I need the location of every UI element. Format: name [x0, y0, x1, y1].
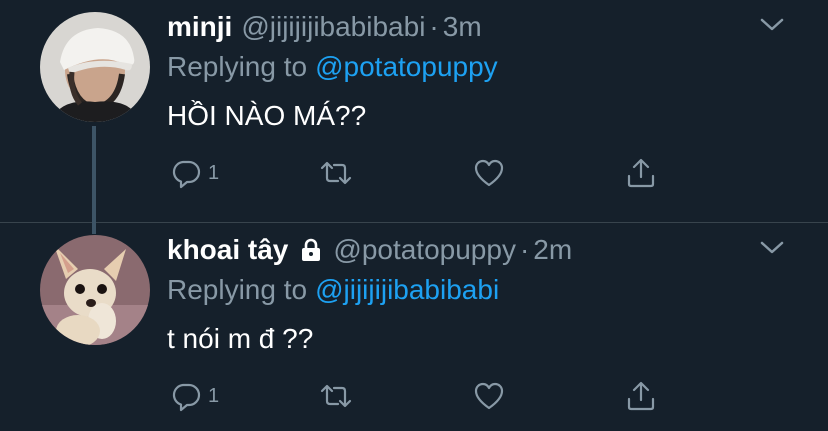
avatar[interactable] — [40, 12, 150, 122]
user-handle[interactable]: @potatopuppy — [333, 234, 516, 266]
retweet-icon — [320, 384, 352, 408]
caret-down-icon[interactable] — [758, 14, 786, 34]
replying-to-label: Replying to — [167, 51, 308, 82]
tweet[interactable]: minji @jijijijibabibabi · 3m Replying to… — [0, 0, 828, 223]
like-icon — [474, 159, 504, 187]
tweet-actions: 1 — [170, 378, 670, 414]
share-button[interactable] — [625, 155, 657, 191]
reply-button[interactable]: 1 — [170, 155, 219, 191]
share-icon — [627, 158, 655, 188]
lock-icon — [302, 238, 321, 261]
retweet-button[interactable] — [320, 155, 352, 191]
share-icon — [627, 381, 655, 411]
replying-to-handle[interactable]: @potatopuppy — [315, 51, 498, 82]
tweet[interactable]: khoai tây @potatopuppy · 2m Replying to @… — [0, 222, 828, 431]
share-button[interactable] — [625, 378, 657, 414]
separator-dot: · — [519, 234, 530, 265]
timestamp[interactable]: 2m — [533, 234, 572, 266]
replying-to: Replying to @jijijijibabibabi — [167, 274, 499, 306]
retweet-icon — [320, 161, 352, 185]
retweet-button[interactable] — [320, 378, 352, 414]
tweet-header: khoai tây @potatopuppy · 2m — [167, 233, 572, 267]
thread-line — [92, 126, 96, 222]
reply-count: 1 — [208, 161, 220, 184]
tweet-actions: 1 — [170, 155, 670, 191]
display-name[interactable]: minji — [167, 11, 232, 43]
thread-line — [92, 222, 96, 234]
separator-dot: · — [429, 11, 439, 42]
avatar[interactable] — [40, 235, 150, 345]
reply-button[interactable]: 1 — [170, 378, 219, 414]
user-handle[interactable]: @jijijijibabibabi — [241, 11, 425, 43]
like-icon — [474, 382, 504, 410]
replying-to-label: Replying to — [167, 274, 308, 305]
replying-to: Replying to @potatopuppy — [167, 51, 498, 83]
display-name[interactable]: khoai tây — [167, 234, 288, 266]
tweet-header: minji @jijijijibabibabi · 3m — [167, 10, 482, 44]
caret-down-icon[interactable] — [758, 237, 786, 257]
replying-to-handle[interactable]: @jijijijibabibabi — [315, 274, 499, 305]
reply-icon — [172, 383, 201, 412]
timestamp[interactable]: 3m — [443, 11, 482, 43]
reply-count: 1 — [208, 384, 220, 407]
reply-icon — [172, 160, 201, 189]
tweet-text: HỒI NÀO MÁ?? — [167, 100, 367, 131]
tweet-text: t nói m đ ?? — [167, 323, 314, 354]
like-button[interactable] — [473, 155, 505, 191]
like-button[interactable] — [473, 378, 505, 414]
